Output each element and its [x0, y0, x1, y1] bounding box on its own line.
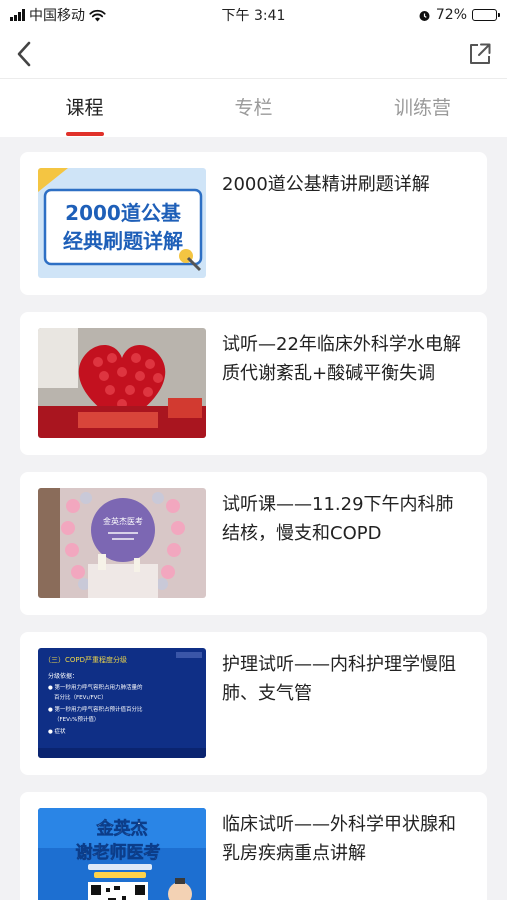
thumb-heading: （三）COPD严重程度分级: [44, 655, 127, 664]
tab-label: 专栏: [234, 97, 273, 119]
course-card[interactable]: 金英杰 谢老师医考 临床试听——外科学甲状腺和乳房疾病重点讲解: [20, 792, 487, 900]
course-card[interactable]: （三）COPD严重程度分级 分级依据： ● 第一秒用力呼气容积占用力肺活量的 百…: [20, 632, 487, 775]
course-title: 护理试听——内科护理学慢阻肺、支气管: [222, 654, 456, 704]
thumb-text: （FEV₁%预计值）: [54, 715, 99, 723]
course-title: 2000道公基精讲刷题详解: [222, 174, 430, 195]
course-title: 临床试听——外科学甲状腺和乳房疾病重点讲解: [222, 814, 456, 864]
course-thumbnail: 金英杰医考: [38, 488, 206, 598]
course-thumbnail: [38, 328, 206, 438]
share-external-icon[interactable]: [467, 41, 493, 67]
course-list: 2000道公基 经典刷题详解 2000道公基精讲刷题详解 试听—22年临床外科学…: [0, 137, 507, 900]
nav-bar: [0, 30, 507, 78]
course-thumbnail: 金英杰 谢老师医考: [38, 808, 206, 900]
course-card[interactable]: 2000道公基 经典刷题详解 2000道公基精讲刷题详解: [20, 152, 487, 295]
course-card[interactable]: 试听—22年临床外科学水电解质代谢紊乱+酸碱平衡失调: [20, 312, 487, 455]
tab-columns[interactable]: 专栏: [169, 79, 338, 137]
thumb-text: 分级依据：: [48, 672, 78, 680]
tab-courses[interactable]: 课程: [0, 79, 169, 137]
course-thumbnail: 2000道公基 经典刷题详解: [38, 168, 206, 278]
thumb-text: 金英杰医考: [103, 516, 143, 526]
thumb-text: 百分比（FEV₁/FVC）: [54, 693, 107, 701]
header: 中国移动 下午 3:41 72% 课程 专栏 训练营: [0, 0, 507, 137]
course-title: 试听课——11.29下午内科肺结核，慢支和COPD: [222, 494, 454, 544]
tab-label: 课程: [65, 97, 104, 119]
course-thumbnail: （三）COPD严重程度分级 分级依据： ● 第一秒用力呼气容积占用力肺活量的 百…: [38, 648, 206, 758]
tab-training-camp[interactable]: 训练营: [338, 79, 507, 137]
thumb-text: ● 第一秒用力呼气容积占预计值百分比: [48, 705, 143, 713]
clock: 下午 3:41: [221, 8, 286, 24]
chevron-left-icon[interactable]: [14, 40, 36, 68]
thumb-text: ● 第一秒用力呼气容积占用力肺活量的: [48, 683, 143, 691]
active-tab-indicator: [65, 132, 104, 136]
course-card[interactable]: 金英杰医考 试听课——11.29下午内科肺结核，慢支和COPD: [20, 472, 487, 615]
battery-icon: [472, 9, 500, 21]
thumb-text: 2000道公基: [65, 201, 182, 225]
thumb-text: 金英杰: [96, 818, 148, 839]
course-title: 试听—22年临床外科学水电解质代谢紊乱+酸碱平衡失调: [222, 334, 461, 384]
tab-bar: 课程 专栏 训练营: [0, 79, 507, 137]
thumb-text: 经典刷题详解: [63, 229, 183, 253]
thumb-text: ● 症状: [48, 727, 66, 735]
tab-label: 训练营: [393, 97, 451, 119]
thumb-text: 谢老师医考: [76, 842, 161, 863]
status-bar: 中国移动 下午 3:41 72%: [0, 0, 507, 30]
